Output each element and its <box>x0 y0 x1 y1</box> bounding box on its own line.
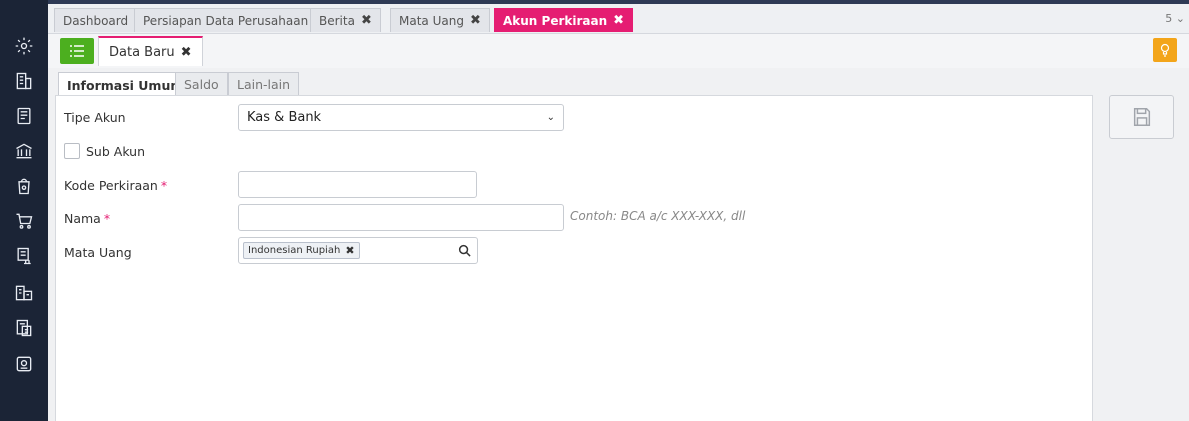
kode-perkiraan-label: Kode Perkiraan * <box>64 178 167 193</box>
document-tab-label: Data Baru <box>109 44 175 60</box>
nama-hint: Contoh: BCA a/c XXX-XXX, dll <box>570 209 746 223</box>
tab-dashboard[interactable]: Dashboard <box>54 8 138 32</box>
inventory-icon[interactable] <box>12 244 36 268</box>
ledger-icon[interactable] <box>12 104 36 128</box>
tips-button[interactable] <box>1153 38 1177 62</box>
kode-perkiraan-input[interactable] <box>238 171 477 198</box>
tab-label: Akun Perkiraan <box>503 13 608 28</box>
close-icon[interactable]: ✖ <box>613 13 624 28</box>
close-icon[interactable]: ✖ <box>470 13 481 28</box>
remove-tag-icon[interactable]: ✖ <box>345 244 354 257</box>
required-mark: * <box>160 178 168 193</box>
tab-count-value: 5 <box>1165 12 1173 25</box>
search-icon[interactable] <box>458 244 471 257</box>
tab-label: Informasi Umum <box>67 77 184 93</box>
nama-label: Nama * <box>64 211 110 226</box>
tab-count[interactable]: 5 ⌄ <box>1165 12 1185 25</box>
tab-label: Lain-lain <box>237 77 291 92</box>
tipe-akun-value: Kas & Bank <box>247 110 322 125</box>
bank-icon[interactable] <box>12 139 36 163</box>
settings-icon[interactable] <box>12 34 36 58</box>
currency-tag-label: Indonesian Rupiah <box>248 245 341 256</box>
tab-berita[interactable]: Berita ✖ <box>310 8 381 32</box>
reports-icon[interactable] <box>12 316 36 340</box>
document-tab-data-baru[interactable]: Data Baru ✖ <box>98 36 203 66</box>
tab-akun-perkiraan[interactable]: Akun Perkiraan ✖ <box>494 8 634 32</box>
tab-label: Persiapan Data Perusahaan <box>143 13 309 28</box>
tipe-akun-select[interactable]: Kas & Bank ⌄ <box>238 104 564 131</box>
sub-akun-checkbox[interactable] <box>64 143 80 159</box>
mata-uang-label: Mata Uang <box>64 245 132 260</box>
tab-label: Mata Uang <box>399 13 464 28</box>
mata-uang-input[interactable]: Indonesian Rupiah ✖ <box>238 237 478 264</box>
tipe-akun-label: Tipe Akun <box>64 110 126 125</box>
nama-input[interactable] <box>238 204 564 231</box>
company-icon[interactable] <box>12 69 36 93</box>
required-mark: * <box>103 211 111 226</box>
save-button[interactable] <box>1109 95 1174 139</box>
tab-label: Saldo <box>184 77 219 92</box>
nama-text: Nama <box>64 211 101 226</box>
tab-mata-uang[interactable]: Mata Uang ✖ <box>390 8 490 32</box>
list-icon <box>70 45 84 57</box>
cashier-icon[interactable] <box>12 352 36 376</box>
purchase-icon[interactable] <box>12 209 36 233</box>
save-icon <box>1133 108 1150 126</box>
tab-saldo[interactable]: Saldo <box>175 72 228 96</box>
document-bar: Data Baru ✖ <box>48 34 1189 68</box>
top-tab-bar: Dashboard Persiapan Data Perusahaan Beri… <box>48 0 1189 34</box>
top-strip <box>48 0 1189 4</box>
left-sidebar <box>0 0 48 421</box>
kode-perkiraan-text: Kode Perkiraan <box>64 178 158 193</box>
tab-label: Berita <box>319 13 355 28</box>
currency-tag: Indonesian Rupiah ✖ <box>243 242 360 259</box>
tab-label: Dashboard <box>63 13 129 28</box>
lightbulb-icon <box>1160 43 1170 57</box>
sales-icon[interactable] <box>12 174 36 198</box>
app-root: Dashboard Persiapan Data Perusahaan Beri… <box>0 0 1189 421</box>
sub-akun-label: Sub Akun <box>86 144 146 159</box>
tab-lain-lain[interactable]: Lain-lain <box>228 72 300 96</box>
chevron-down-icon: ⌄ <box>546 112 555 123</box>
form-panel: Tipe Akun Kas & Bank ⌄ Sub Akun Kode Per… <box>55 95 1093 421</box>
close-icon[interactable]: ✖ <box>361 13 372 28</box>
close-icon[interactable]: ✖ <box>181 45 192 60</box>
tab-persiapan-data-perusahaan[interactable]: Persiapan Data Perusahaan <box>134 8 318 32</box>
assets-icon[interactable] <box>12 281 36 305</box>
tab-informasi-umum[interactable]: Informasi Umum <box>58 72 193 97</box>
list-menu-button[interactable] <box>60 38 94 64</box>
